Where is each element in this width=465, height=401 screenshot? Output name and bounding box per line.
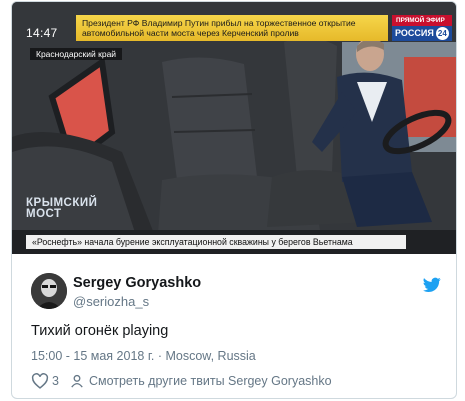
heart-icon[interactable] bbox=[31, 373, 49, 389]
like-count: 3 bbox=[52, 374, 59, 388]
more-tweets-link[interactable]: Смотреть другие твиты Sergey Goryashko bbox=[70, 374, 332, 388]
tweet-actions: 3 Смотреть другие твиты Sergey Goryashko bbox=[31, 372, 332, 390]
region-caption: Краснодарский край bbox=[30, 48, 123, 60]
news-headline-banner: Президент РФ Владимир Путин прибыл на то… bbox=[76, 15, 388, 41]
broadcast-clock: 14:47 bbox=[26, 26, 58, 40]
live-label: ПРЯМОЙ ЭФИР bbox=[392, 15, 452, 26]
person-icon bbox=[71, 374, 83, 388]
show-logo-line2: МОСТ bbox=[26, 208, 62, 220]
show-logo: КРЫМСКИЙ МОСТ bbox=[26, 197, 97, 220]
news-ticker: «Роснефть» начала бурение эксплуатационн… bbox=[26, 235, 406, 249]
tweet-media-video[interactable]: 14:47 Президент РФ Владимир Путин прибыл… bbox=[12, 2, 456, 254]
more-tweets-label: Смотреть другие твиты Sergey Goryashko bbox=[88, 374, 332, 388]
avatar-image bbox=[31, 273, 67, 309]
channel-number: 24 bbox=[435, 27, 449, 40]
channel-logo: РОССИЯ 24 bbox=[392, 26, 452, 41]
author-name[interactable]: Sergey Goryashko bbox=[73, 275, 201, 291]
twitter-bird-icon[interactable] bbox=[423, 277, 441, 293]
tweet-card: 14:47 Президент РФ Владимир Путин прибыл… bbox=[11, 1, 457, 399]
author-handle[interactable]: @seriozha_s bbox=[73, 294, 149, 309]
tweet-text: Тихий огонёк playing bbox=[31, 323, 169, 339]
avatar[interactable] bbox=[31, 273, 67, 309]
channel-name: РОССИЯ bbox=[395, 28, 434, 38]
tweet-timestamp-location[interactable]: 15:00 - 15 мая 2018 г. · Moscow, Russia bbox=[31, 349, 256, 363]
channel-logo-block: ПРЯМОЙ ЭФИР РОССИЯ 24 bbox=[392, 15, 452, 41]
